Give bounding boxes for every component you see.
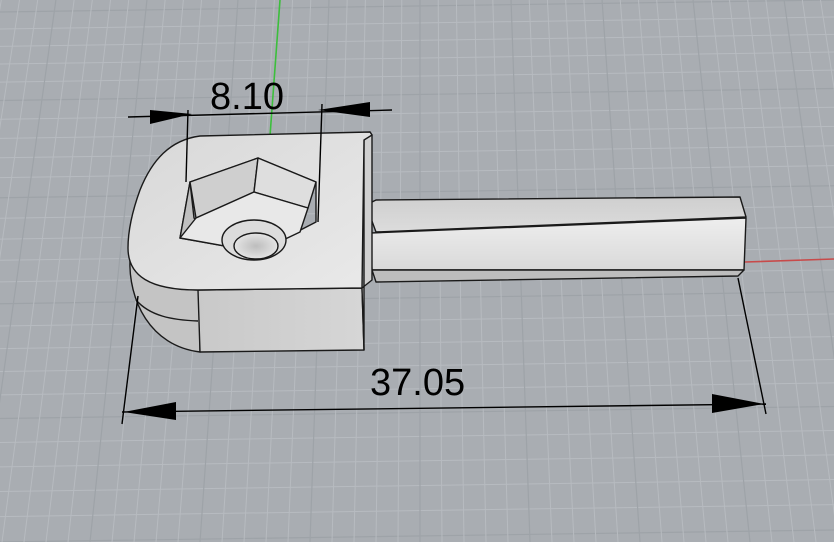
viewport-canvas[interactable]: 8.10 37.05 — [0, 0, 834, 542]
head-front-face — [197, 287, 365, 353]
perspective-viewport[interactable]: 8.10 37.05 — [0, 0, 834, 542]
through-hole-inner — [233, 232, 279, 260]
width-dimension-label[interactable]: 8.10 — [210, 76, 284, 118]
length-dimension-label[interactable]: 37.05 — [370, 362, 465, 404]
